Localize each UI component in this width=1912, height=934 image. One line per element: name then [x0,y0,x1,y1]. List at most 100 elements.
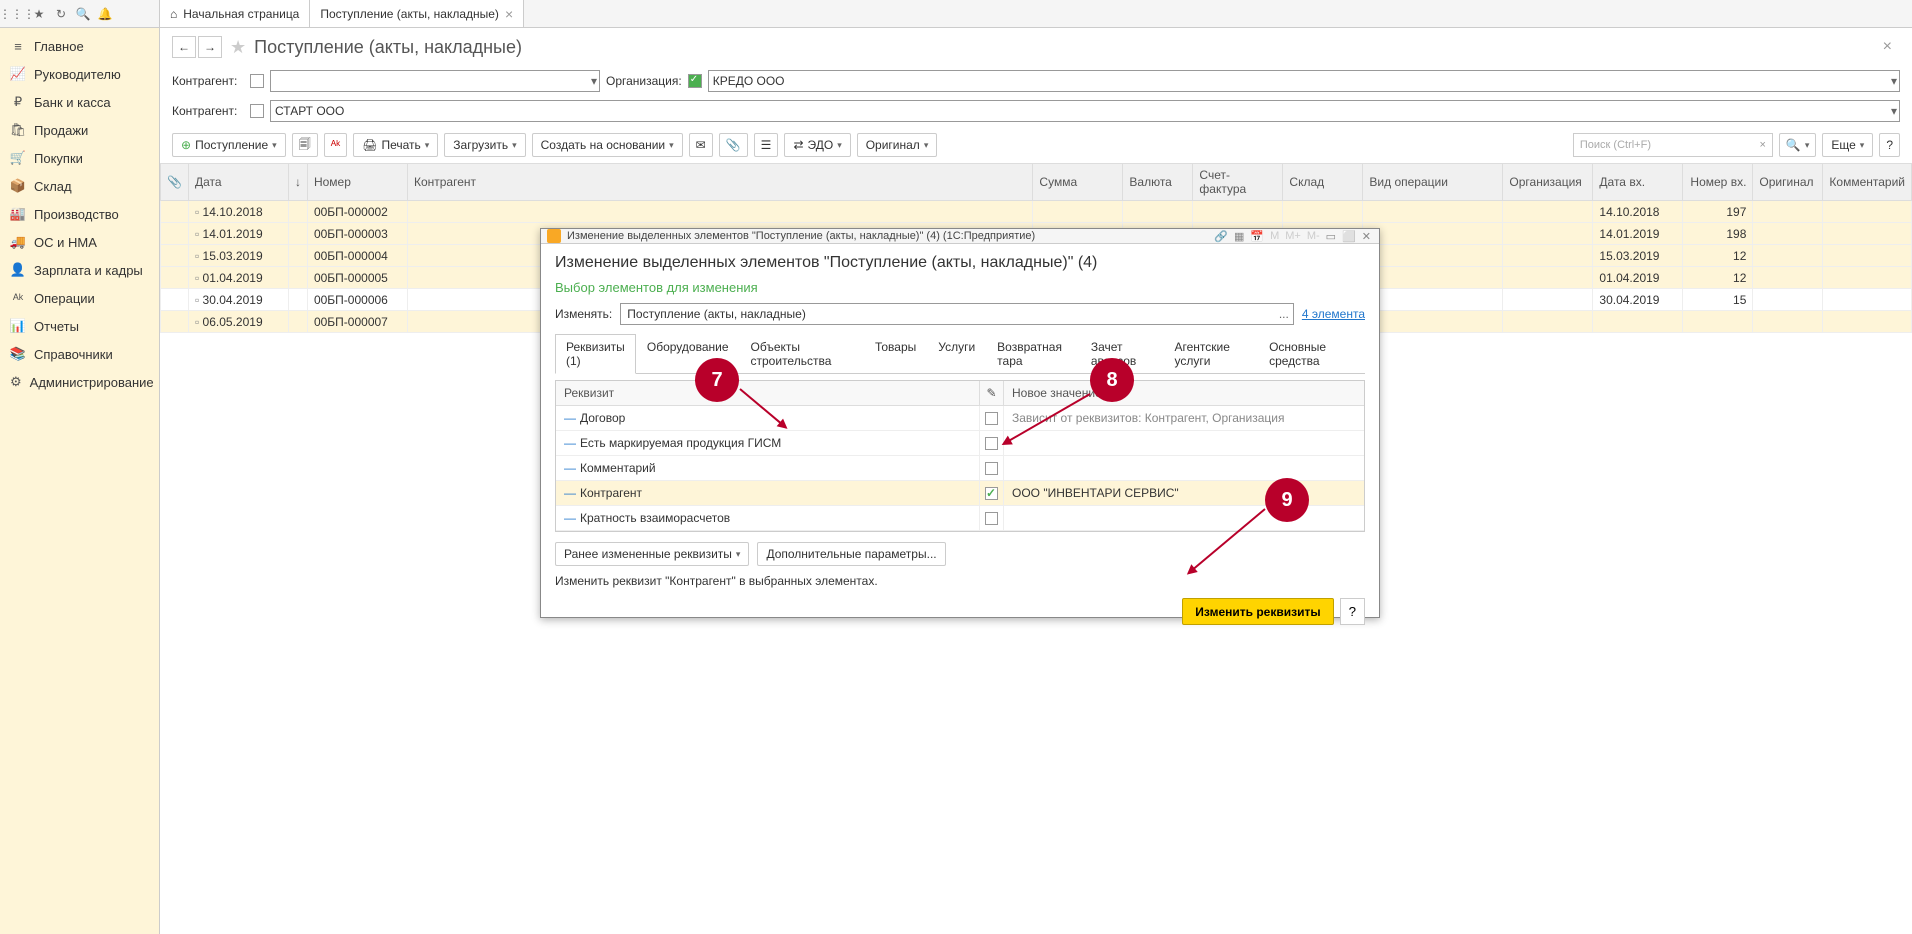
clip-button[interactable]: 📎 [719,133,748,157]
col-requisite[interactable]: Реквизит [556,381,980,405]
mminus-icon[interactable]: M- [1305,230,1322,243]
sidebar-item-reports[interactable]: 📊Отчеты [0,312,159,340]
col-org[interactable]: Организация [1503,164,1593,201]
sidebar-item-purchases[interactable]: 🛒Покупки [0,144,159,172]
create-based-button[interactable]: Создать на основании▾ [532,133,683,157]
star-icon[interactable]: ★ [30,5,48,23]
tab-receipts[interactable]: Поступление (акты, накладные) × [310,0,524,27]
filter-checkbox-contractor2[interactable] [250,104,264,118]
col-datein[interactable]: Дата вх. [1593,164,1683,201]
modal-tab[interactable]: Реквизиты (1) [555,334,636,374]
edo-button[interactable]: ⇄ЭДО▾ [784,133,850,157]
nav-forward-button[interactable]: → [198,36,222,58]
clear-icon[interactable]: × [1759,139,1765,151]
envelope-button[interactable]: ✉ [689,133,713,157]
checkbox[interactable] [985,437,998,450]
load-button[interactable]: Загрузить▾ [444,133,525,157]
help-button[interactable]: ? [1879,133,1900,157]
calc-icon[interactable]: ▦ [1232,230,1246,243]
col-date[interactable]: Дата [188,164,288,201]
sidebar-item-admin[interactable]: ⚙Администрирование [0,368,159,396]
sidebar-item-main[interactable]: ≡Главное [0,32,159,60]
apps-icon[interactable]: ⋮⋮⋮ [8,5,26,23]
col-warehouse[interactable]: Склад [1283,164,1363,201]
sidebar-item-warehouse[interactable]: 📦Склад [0,172,159,200]
col-sort[interactable]: ↓ [288,164,307,201]
modal-tab[interactable]: Объекты строительства [740,334,864,374]
modal-tab[interactable]: Основные средства [1258,334,1365,374]
col-edit[interactable]: ✎ [980,381,1004,405]
col-contractor[interactable]: Контрагент [407,164,1032,201]
filter-checkbox-contractor[interactable] [250,74,264,88]
col-numin[interactable]: Номер вх. [1683,164,1753,201]
requisite-row[interactable]: Есть маркируемая продукция ГИСМ [556,431,1364,456]
sidebar-item-refs[interactable]: 📚Справочники [0,340,159,368]
filter-input-org[interactable]: КРЕДО ООО▾ [708,70,1900,92]
page-close-button[interactable]: × [1883,38,1900,56]
apply-button[interactable]: Изменить реквизиты [1182,598,1333,625]
dropdown-icon[interactable]: ▾ [1891,74,1897,88]
cal-icon[interactable]: 📅 [1248,230,1266,243]
requisite-row[interactable]: Комментарий [556,456,1364,481]
dropdown-icon[interactable]: ▾ [591,74,597,88]
favorite-icon[interactable]: ★ [230,37,246,58]
modal-tab[interactable]: Агентские услуги [1164,334,1259,374]
original-button[interactable]: Оригинал▾ [857,133,938,157]
m-icon[interactable]: M [1268,230,1281,243]
find-button[interactable]: 🔍▾ [1779,133,1816,157]
tool-icon[interactable]: 🔗 [1212,230,1230,243]
extra-params-button[interactable]: Дополнительные параметры... [757,542,945,566]
sidebar-item-production[interactable]: 🏭Производство [0,200,159,228]
checkbox[interactable] [985,487,998,500]
sidebar-item-sales[interactable]: 🛍Продажи [0,116,159,144]
modal-tab[interactable]: Возвратная тара [986,334,1080,374]
col-attach[interactable]: 📎 [161,164,189,201]
modal-tab[interactable]: Товары [864,334,927,374]
sidebar-item-hr[interactable]: 👤Зарплата и кадры [0,256,159,284]
ellipsis-icon[interactable]: ... [1279,307,1289,321]
close-icon[interactable]: × [505,6,513,22]
table-row[interactable]: ▫ 14.10.201800БП-00000214.10.2018197 [161,201,1912,223]
modal-tab[interactable]: Услуги [927,334,986,374]
col-currency[interactable]: Валюта [1123,164,1193,201]
max-icon[interactable]: ⬜ [1340,230,1358,243]
mplus-icon[interactable]: M+ [1283,230,1303,243]
col-comment[interactable]: Комментарий [1823,164,1912,201]
col-optype[interactable]: Вид операции [1363,164,1503,201]
elements-link[interactable]: 4 элемента [1302,307,1365,321]
col-invoice[interactable]: Счет-фактура [1193,164,1283,201]
checkbox[interactable] [985,462,998,475]
filter-input-contractor2[interactable]: СТАРТ ООО▾ [270,100,1900,122]
list-button[interactable]: ☰ [754,133,779,157]
col-sum[interactable]: Сумма [1033,164,1123,201]
copy-button[interactable]: 🗐 [292,133,318,157]
prev-changed-button[interactable]: Ранее измененные реквизиты▾ [555,542,749,566]
more-button[interactable]: Еще▾ [1822,133,1873,157]
bell-icon[interactable]: 🔔 [96,5,114,23]
search-icon[interactable]: 🔍 [74,5,92,23]
checkbox[interactable] [985,512,998,525]
min-icon[interactable]: ▭ [1324,230,1338,243]
modal-titlebar[interactable]: Изменение выделенных элементов "Поступле… [541,229,1379,244]
dropdown-icon[interactable]: ▾ [1891,104,1897,118]
filter-input-contractor[interactable]: ▾ [270,70,600,92]
modal-help-button[interactable]: ? [1340,598,1365,625]
sidebar-item-assets[interactable]: 🚚ОС и НМА [0,228,159,256]
checkbox[interactable] [985,412,998,425]
requisite-row[interactable]: ДоговорЗависит от реквизитов: Контрагент… [556,406,1364,431]
requisite-row[interactable]: КонтрагентООО "ИНВЕНТАРИ СЕРВИС" [556,481,1364,506]
receipt-button[interactable]: ⊕Поступление▾ [172,133,286,157]
filter-checkbox-org[interactable] [688,74,702,88]
kt-button[interactable]: ᴬᵏ [324,133,348,157]
sidebar-item-manager[interactable]: 📈Руководителю [0,60,159,88]
tab-home[interactable]: ⌂ Начальная страница [160,0,310,27]
col-number[interactable]: Номер [307,164,407,201]
history-icon[interactable]: ↻ [52,5,70,23]
search-input[interactable]: Поиск (Ctrl+F)× [1573,133,1773,157]
close-icon[interactable]: ✕ [1360,230,1373,243]
sidebar-item-operations[interactable]: ᴬᵏОперации [0,284,159,312]
sidebar-item-bank[interactable]: ₽Банк и касса [0,88,159,116]
change-input[interactable]: Поступление (акты, накладные)... [620,303,1294,325]
nav-back-button[interactable]: ← [172,36,196,58]
col-orig[interactable]: Оригинал [1753,164,1823,201]
